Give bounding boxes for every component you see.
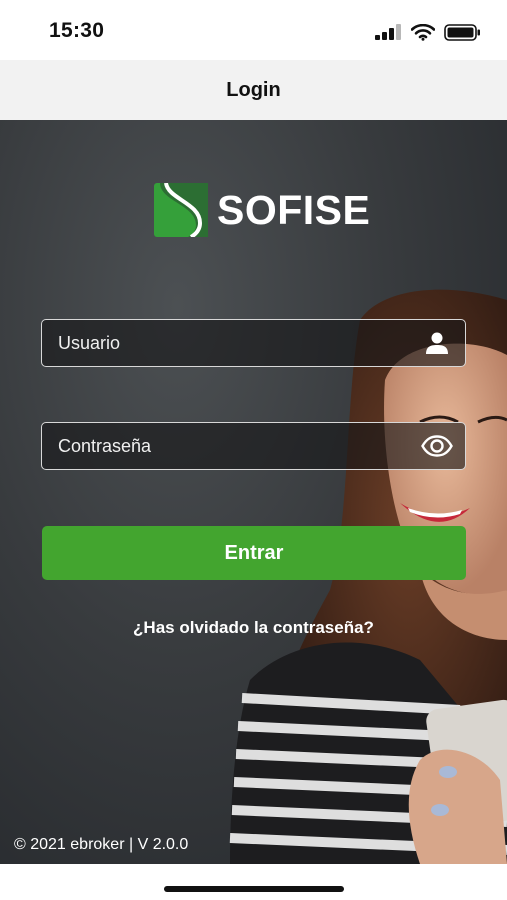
cellular-signal-icon — [375, 24, 401, 40]
home-indicator-area — [0, 864, 507, 900]
user-icon — [409, 320, 465, 366]
login-background: SOFISE Entrar ¿Has olvidado la contraseñ… — [0, 120, 507, 864]
eye-icon[interactable] — [409, 423, 465, 469]
password-field[interactable] — [41, 422, 466, 470]
password-input[interactable] — [58, 423, 409, 469]
status-bar: 15:30 — [0, 0, 507, 60]
brand-name: SOFISE — [217, 186, 371, 233]
sofise-logo: SOFISE — [154, 183, 370, 237]
forgot-password-link[interactable]: ¿Has olvidado la contraseña? — [0, 618, 507, 638]
username-input[interactable] — [58, 320, 409, 366]
page-title: Login — [226, 78, 281, 101]
status-time: 15:30 — [49, 19, 105, 42]
username-field[interactable] — [41, 319, 466, 367]
nav-bar: Login — [0, 60, 507, 120]
login-button[interactable]: Entrar — [42, 526, 466, 580]
battery-icon — [444, 23, 480, 41]
sofise-logo-mark-icon — [154, 183, 208, 237]
status-icons — [375, 22, 481, 42]
wifi-icon — [411, 23, 435, 41]
home-indicator[interactable] — [164, 886, 344, 892]
version-info: © 2021 ebroker | V 2.0.0 — [14, 836, 189, 853]
